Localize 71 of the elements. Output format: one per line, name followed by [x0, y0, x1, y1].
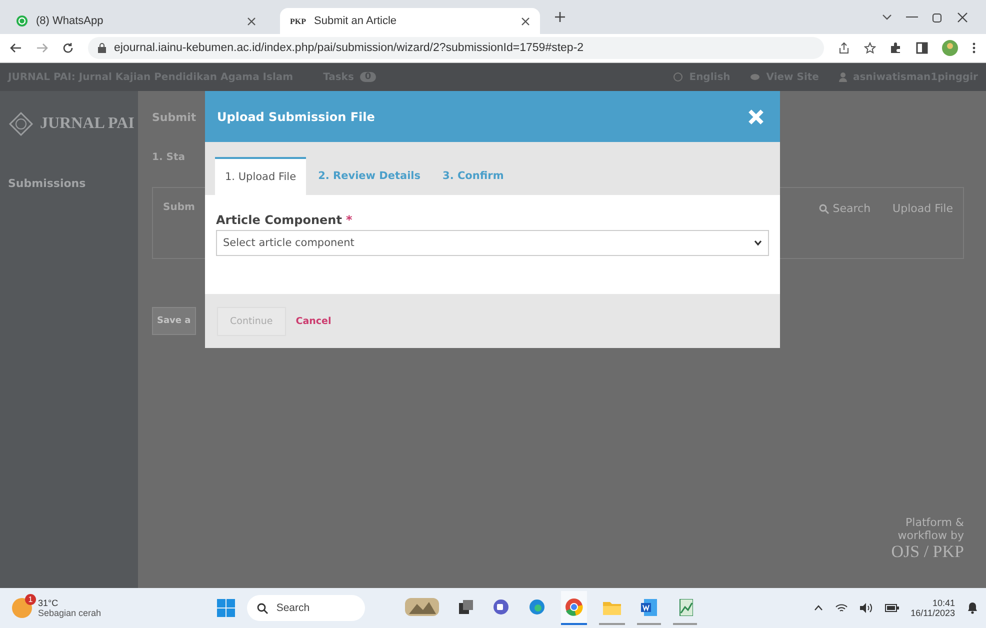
sidebar-item[interactable]: Submissions — [8, 177, 130, 190]
required-asterisk: * — [346, 213, 352, 227]
panel-title: Subm — [163, 202, 195, 213]
restore-icon[interactable] — [932, 12, 943, 22]
start-icon[interactable] — [217, 599, 236, 617]
sidebar-icon[interactable] — [916, 42, 928, 54]
landscape-icon — [405, 598, 440, 616]
search-icon — [818, 204, 829, 214]
cancel-link[interactable]: Cancel — [292, 308, 336, 334]
close-icon[interactable] — [247, 16, 256, 26]
browser-icon — [565, 598, 584, 616]
star-icon[interactable] — [864, 42, 876, 54]
tab-favicon: PKP — [290, 16, 306, 26]
chevron-down-icon[interactable] — [882, 12, 892, 22]
taskbar-search-field[interactable]: Search — [247, 595, 366, 621]
save-button[interactable]: Save a — [152, 307, 196, 335]
footer-text: Platform & workflow by — [896, 516, 964, 542]
footer-brand[interactable]: OJS / PKP — [891, 542, 964, 562]
profile-avatar-icon[interactable] — [942, 40, 958, 56]
wizard-tab[interactable]: 1. Upload File — [215, 157, 306, 195]
video-call-icon — [493, 599, 510, 615]
spreadsheet-icon — [677, 598, 694, 616]
dropdown-placeholder: Select article component — [223, 237, 354, 249]
chevron-up-icon[interactable] — [814, 605, 823, 611]
puzzle-icon[interactable] — [890, 42, 902, 54]
wizard-tab[interactable]: 3. Confirm — [432, 157, 514, 195]
speaker-icon[interactable] — [860, 603, 873, 613]
temperature: 31°C — [38, 598, 60, 608]
reload-icon[interactable] — [62, 42, 74, 54]
wizard-tab[interactable]: 2. Review Details — [308, 157, 431, 195]
close-icon[interactable] — [521, 16, 530, 26]
lock-icon — [98, 43, 106, 53]
minimize-icon[interactable] — [906, 16, 918, 18]
wifi-icon[interactable] — [834, 603, 848, 613]
page-title: Submit — [152, 111, 196, 124]
tab-title: (8) WhatsApp — [36, 15, 104, 27]
taskbar-clock[interactable]: 10:41 16/11/2023 — [910, 598, 956, 618]
field-label: Article Component — [216, 213, 342, 227]
panel-action-link[interactable]: Upload File — [892, 202, 953, 215]
battery-icon[interactable] — [884, 604, 899, 612]
task-view-icon — [459, 600, 474, 614]
globe-icon — [673, 72, 684, 82]
step-tab[interactable]: 1. Sta — [152, 152, 185, 163]
eye-icon — [750, 73, 760, 81]
weather-condition: Sebagian cerah — [38, 608, 102, 618]
panel-action-link[interactable]: Search — [818, 202, 871, 215]
clock-date: 16/11/2023 — [910, 608, 956, 618]
browser-tab[interactable]: PKP Submit an Article — [280, 8, 540, 34]
close-icon[interactable] — [957, 12, 968, 22]
logo-emblem-icon — [8, 111, 34, 137]
search-icon — [257, 602, 268, 614]
more-icon[interactable] — [972, 42, 976, 54]
chevron-down-icon — [754, 240, 762, 246]
clock-time: 10:41 — [932, 598, 956, 608]
folder-icon — [603, 600, 622, 614]
notification-badge: 1 — [25, 594, 36, 605]
new-tab-icon[interactable] — [554, 11, 566, 23]
dialog-title: Upload Submission File — [217, 110, 375, 124]
document-icon — [641, 598, 658, 616]
user-icon — [838, 72, 847, 82]
search-placeholder: Search — [276, 602, 310, 614]
tab-title: Submit an Article — [314, 15, 398, 27]
notification-bell-icon[interactable] — [967, 602, 978, 614]
url-text: ejournal.iainu-kebumen.ac.id/index.php/pai/submission/wizard/2?submissionId=1759#step-2 — [114, 42, 584, 54]
back-icon[interactable] — [10, 42, 22, 54]
taskbar-app[interactable] — [561, 591, 588, 625]
address-bar[interactable]: ejournal.iainu-kebumen.ac.id/index.php/pai/submission/wizard/2?submissionId=1759#step-2 — [88, 37, 824, 59]
journal-logo-text: JURNAL PAI — [40, 115, 134, 133]
article-component-dropdown[interactable]: Select article component — [216, 230, 769, 256]
share-icon[interactable] — [838, 42, 850, 54]
browser-tab[interactable]: (8) WhatsApp — [6, 8, 266, 34]
